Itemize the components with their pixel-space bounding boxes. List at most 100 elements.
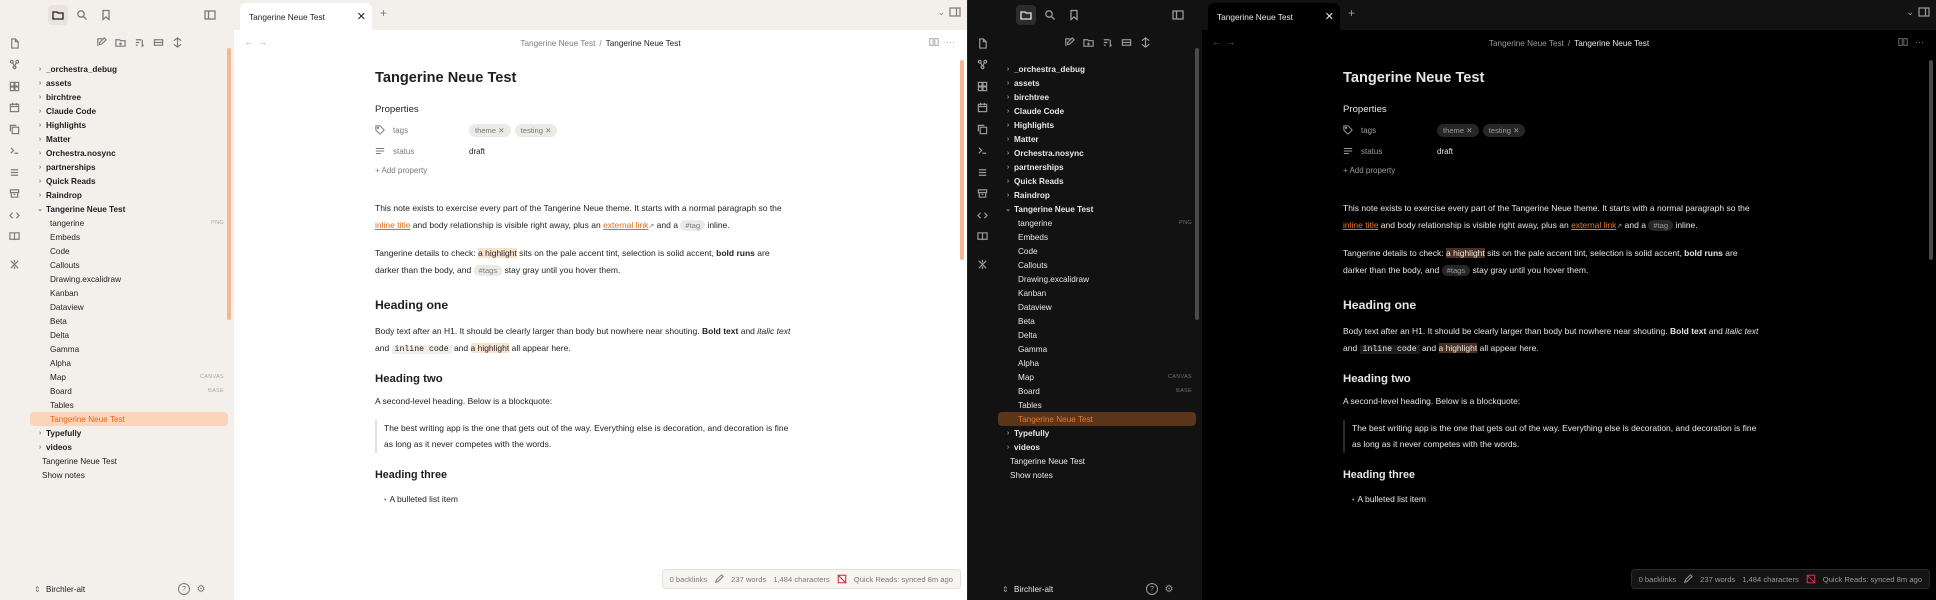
file-dataview[interactable]: Dataview [28, 300, 234, 314]
inline-tag[interactable]: #tags [473, 264, 503, 276]
breadcrumb-current[interactable]: Tangerine Neue Test [606, 39, 681, 48]
sync-off-icon[interactable] [1806, 574, 1816, 584]
file-kanban[interactable]: Kanban [28, 286, 234, 300]
folder-assets[interactable]: › assets [996, 76, 1202, 90]
folder-icon[interactable] [48, 5, 68, 25]
folder-tangerine-neue-test[interactable]: ⌄ Tangerine Neue Test [996, 202, 1202, 216]
breadcrumb-parent[interactable]: Tangerine Neue Test [1489, 39, 1564, 48]
file-tables[interactable]: Tables [996, 398, 1202, 412]
tag-chip-theme[interactable]: theme ✕ [1437, 123, 1479, 137]
file-alpha[interactable]: Alpha [996, 356, 1202, 370]
file-drawing-excalidraw[interactable]: Drawing.excalidraw [28, 272, 234, 286]
inline-title[interactable]: Tangerine Neue Test [375, 70, 795, 98]
bookmark-icon[interactable] [96, 5, 116, 25]
sync-off-icon[interactable] [837, 574, 847, 584]
file-icon[interactable] [7, 36, 21, 50]
archive-icon[interactable] [7, 187, 21, 201]
forward-icon[interactable]: → [258, 37, 267, 47]
folder-orchestra-debug[interactable]: › _orchestra_debug [28, 62, 234, 76]
backlinks-count[interactable]: 0 backlinks [1639, 575, 1677, 584]
backlinks-count[interactable]: 0 backlinks [670, 575, 708, 584]
file-code[interactable]: Code [28, 244, 234, 258]
file-tangerine[interactable]: tangerine PNG [996, 216, 1202, 230]
folder-highlights[interactable]: › Highlights [28, 118, 234, 132]
property-status[interactable]: status draft [375, 142, 795, 160]
file-board[interactable]: Board BASE [28, 384, 234, 398]
file-icon[interactable] [975, 36, 989, 50]
editor-scrollbar[interactable] [1929, 60, 1933, 260]
folder-videos[interactable]: › videos [996, 440, 1202, 454]
code-icon[interactable] [975, 208, 989, 222]
more-options-icon[interactable]: ⋯ [946, 37, 955, 48]
sync-status[interactable]: Quick Reads: synced 8m ago [854, 575, 953, 584]
file-callouts[interactable]: Callouts [28, 258, 234, 272]
graph-icon[interactable] [975, 58, 989, 72]
properties-heading[interactable]: Properties [375, 104, 795, 118]
file-kanban[interactable]: Kanban [996, 286, 1202, 300]
file-beta[interactable]: Beta [996, 314, 1202, 328]
folder-typefully[interactable]: › Typefully [28, 426, 234, 440]
breadcrumb-parent[interactable]: Tangerine Neue Test [520, 39, 595, 48]
reveal-file-icon[interactable] [170, 35, 184, 49]
file-delta[interactable]: Delta [996, 328, 1202, 342]
tag-chip-testing[interactable]: testing ✕ [1482, 123, 1526, 137]
graph-icon[interactable] [7, 58, 21, 72]
remove-icon[interactable]: ✕ [498, 126, 504, 135]
search-icon[interactable] [72, 5, 92, 25]
new-folder-icon[interactable] [113, 35, 127, 49]
terminal-icon[interactable] [975, 144, 989, 158]
vault-switcher[interactable]: ⇕ Birchler-alt ? ⚙ [28, 578, 234, 600]
help-icon[interactable]: ? [178, 583, 190, 595]
folder-birchtree[interactable]: › birchtree [28, 90, 234, 104]
folder-assets[interactable]: › assets [28, 76, 234, 90]
new-note-icon[interactable] [1062, 35, 1076, 49]
file-tangerine-neue-test[interactable]: Tangerine Neue Test [30, 412, 228, 426]
more-options-icon[interactable]: ⋯ [1915, 37, 1924, 48]
tag-chip-theme[interactable]: theme ✕ [469, 123, 511, 137]
inline-tag[interactable]: #tag [1648, 219, 1674, 231]
internal-link[interactable]: inline title [1343, 220, 1378, 230]
file-embeds[interactable]: Embeds [28, 230, 234, 244]
new-folder-icon[interactable] [1081, 35, 1095, 49]
folder-typefully[interactable]: › Typefully [996, 426, 1202, 440]
external-link[interactable]: external link [603, 220, 648, 230]
list-icon[interactable] [7, 165, 21, 179]
folder-orchestra-debug[interactable]: › _orchestra_debug [996, 62, 1202, 76]
note-content[interactable]: Tangerine Neue Test Properties tags them… [375, 70, 795, 504]
editor-scrollbar[interactable] [960, 60, 964, 260]
folder-highlights[interactable]: › Highlights [996, 118, 1202, 132]
new-tab-icon[interactable]: + [1348, 6, 1355, 20]
folder-matter[interactable]: › Matter [996, 132, 1202, 146]
folder-claude-code[interactable]: › Claude Code [28, 104, 234, 118]
remove-icon[interactable]: ✕ [1513, 126, 1519, 135]
folder-icon[interactable] [1016, 5, 1036, 25]
folder-birchtree[interactable]: › birchtree [996, 90, 1202, 104]
inline-title[interactable]: Tangerine Neue Test [1343, 70, 1763, 98]
file-code[interactable]: Code [996, 244, 1202, 258]
sidebar-toggle-icon[interactable] [1168, 5, 1188, 25]
bookmark-icon[interactable] [1064, 5, 1084, 25]
tab-list-icon[interactable]: ⌄ [937, 7, 945, 18]
right-sidebar-toggle-icon[interactable] [949, 6, 961, 20]
list-icon[interactable] [975, 165, 989, 179]
file-tangerine[interactable]: tangerine PNG [28, 216, 234, 230]
book-icon[interactable] [7, 230, 21, 244]
inline-tag[interactable]: #tags [1441, 264, 1471, 276]
folder-quick-reads[interactable]: › Quick Reads [996, 174, 1202, 188]
folder-raindrop[interactable]: › Raindrop [996, 188, 1202, 202]
grid-icon[interactable] [7, 79, 21, 93]
pencil-icon[interactable] [714, 574, 725, 584]
file-board[interactable]: Board BASE [996, 384, 1202, 398]
close-icon[interactable]: ✕ [1325, 10, 1334, 23]
terminal-icon[interactable] [7, 144, 21, 158]
plugin-icon[interactable] [7, 257, 21, 271]
file-dataview[interactable]: Dataview [996, 300, 1202, 314]
archive-icon[interactable] [975, 187, 989, 201]
tab-tangerine-neue-test[interactable]: Tangerine Neue Test ✕ [240, 3, 372, 30]
folder-matter[interactable]: › Matter [28, 132, 234, 146]
file-tangerine-neue-test[interactable]: Tangerine Neue Test [996, 454, 1202, 468]
external-link[interactable]: external link [1571, 220, 1616, 230]
file-map[interactable]: Map CANVAS [28, 370, 234, 384]
file-tangerine-neue-test[interactable]: Tangerine Neue Test [998, 412, 1196, 426]
file-drawing-excalidraw[interactable]: Drawing.excalidraw [996, 272, 1202, 286]
